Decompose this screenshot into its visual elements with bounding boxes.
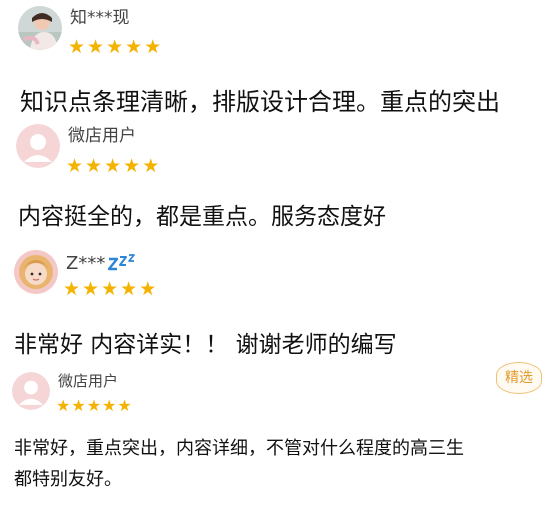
star-icon: ★	[104, 155, 124, 177]
star-icon: ★	[144, 36, 164, 58]
star-icon: ★	[68, 36, 88, 58]
star-icon: ★	[66, 155, 86, 177]
default-avatar-icon	[12, 372, 50, 410]
star-rating: ★★★★★	[68, 38, 163, 57]
username[interactable]: 微店用户	[58, 374, 118, 389]
sleep-zzz-icon	[108, 254, 136, 271]
review-text: 内容挺全的，都是重点。服务态度好	[18, 204, 386, 230]
star-icon: ★	[56, 396, 72, 415]
review-text-line-2: 都特别友好。	[14, 469, 122, 490]
star-icon: ★	[101, 278, 121, 300]
username[interactable]: 知***现	[70, 10, 130, 27]
star-icon: ★	[102, 396, 118, 415]
star-icon: ★	[85, 155, 105, 177]
star-icon: ★	[63, 278, 83, 300]
avatar[interactable]	[18, 6, 62, 50]
star-icon: ★	[82, 278, 102, 300]
star-icon: ★	[142, 155, 162, 177]
photo-avatar-icon	[18, 6, 62, 50]
default-avatar-icon	[16, 124, 60, 168]
star-icon: ★	[120, 278, 140, 300]
star-rating: ★★★★★	[63, 280, 158, 299]
avatar[interactable]	[16, 124, 60, 168]
review-text: 非常好 内容详实！！ 谢谢老师的编写	[14, 332, 397, 358]
star-icon: ★	[139, 278, 159, 300]
review-text: 知识点条理清晰，排版设计合理。重点的突出	[20, 88, 500, 116]
avatar[interactable]	[12, 372, 50, 410]
star-rating: ★★★★★	[56, 398, 133, 414]
username-text: Z***	[66, 253, 106, 274]
photo-avatar-icon	[14, 250, 58, 294]
username[interactable]: 微店用户	[68, 128, 136, 145]
review-text-line-1: 非常好，重点突出，内容详细，不管对什么程度的高三生	[14, 438, 464, 459]
review-1: 知***现 ★★★★★ 知识点条理清晰，排版设计合理。重点的突出	[0, 0, 558, 114]
star-rating: ★★★★★	[66, 157, 161, 176]
star-icon: ★	[123, 155, 143, 177]
featured-badge: 精选	[496, 362, 542, 394]
star-icon: ★	[117, 396, 133, 415]
avatar[interactable]	[14, 250, 58, 294]
star-icon: ★	[106, 36, 126, 58]
star-icon: ★	[86, 396, 103, 415]
star-icon: ★	[87, 36, 107, 58]
star-icon: ★	[125, 36, 145, 58]
username[interactable]: Z***	[66, 253, 137, 273]
star-icon: ★	[71, 396, 87, 415]
